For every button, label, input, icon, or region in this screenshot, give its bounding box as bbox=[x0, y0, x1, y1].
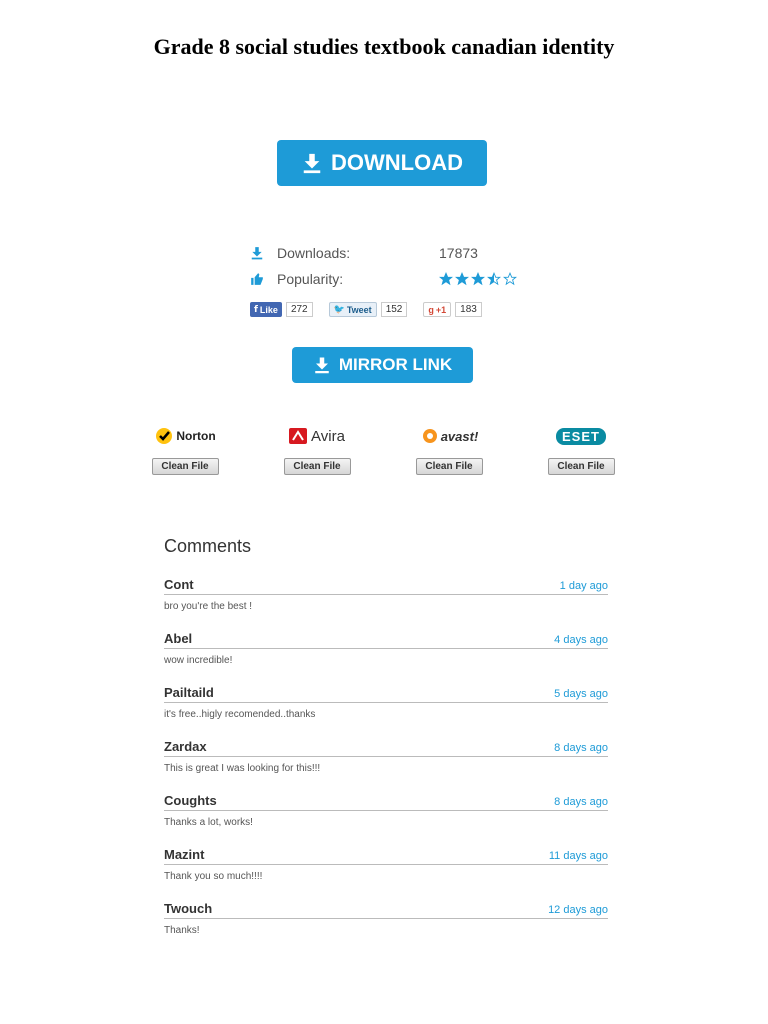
comment-item: Twouch 12 days ago Thanks! bbox=[164, 899, 608, 953]
gplus-count: 183 bbox=[455, 302, 482, 317]
comment-header: Twouch 12 days ago bbox=[164, 899, 608, 919]
avast-clean-file-button[interactable]: Clean File bbox=[415, 458, 483, 475]
comment-header: Cont 1 day ago bbox=[164, 575, 608, 595]
comment-text: bro you're the best ! bbox=[164, 601, 253, 612]
social-buttons: f Like 272 🐦 Tweet 152 g +1 183 bbox=[250, 302, 482, 317]
star-icon bbox=[487, 272, 501, 286]
facebook-count: 272 bbox=[285, 302, 313, 317]
download-button-label: DOWNLOAD bbox=[331, 150, 463, 175]
avira-umbrella-icon bbox=[289, 428, 308, 444]
gplus-button[interactable]: g +1 bbox=[423, 302, 452, 317]
avira-name: Avira bbox=[311, 427, 345, 445]
facebook-like[interactable]: f Like 272 bbox=[250, 302, 313, 317]
download-icon bbox=[315, 357, 329, 374]
comment-time[interactable]: 11 days ago bbox=[549, 850, 608, 862]
eset-clean-file-button[interactable]: Clean File bbox=[547, 458, 615, 475]
star-icon bbox=[439, 272, 453, 286]
comment-author: Abel bbox=[164, 631, 193, 646]
comment-item: Coughts 8 days ago Thanks a lot, works! bbox=[164, 791, 608, 845]
avast-logo: avast! bbox=[389, 424, 509, 448]
comment-text: Thanks a lot, works! bbox=[164, 817, 253, 828]
mirror-link-label: MIRROR LINK bbox=[338, 355, 453, 374]
download-icon bbox=[303, 153, 321, 174]
popularity-stars bbox=[439, 272, 517, 286]
comment-header: Coughts 8 days ago bbox=[164, 791, 608, 811]
antivirus-avast: avast! Clean File bbox=[389, 424, 509, 475]
comment-text: wow incredible! bbox=[164, 655, 233, 666]
downloads-value: 17873 bbox=[439, 245, 478, 261]
comment-text: Thank you so much!!!! bbox=[164, 871, 263, 882]
star-icon bbox=[503, 272, 517, 286]
antivirus-norton: Norton Clean File bbox=[125, 424, 245, 475]
comment-header: Zardax 8 days ago bbox=[164, 737, 608, 757]
tweet-button[interactable]: 🐦 Tweet bbox=[328, 302, 377, 317]
comments-section: Comments Cont 1 day ago bro you're the bes… bbox=[164, 536, 608, 953]
facebook-icon: f bbox=[254, 304, 258, 315]
comment-text: Thanks! bbox=[164, 925, 200, 936]
avast-star-icon bbox=[422, 429, 437, 443]
comments-heading: Comments bbox=[164, 536, 252, 556]
norton-check-icon bbox=[156, 428, 173, 444]
facebook-like-label: Like bbox=[259, 304, 278, 315]
eset-name: ESET bbox=[556, 427, 606, 445]
comment-time[interactable]: 4 days ago bbox=[554, 634, 608, 646]
comment-item: Zardax 8 days ago This is great I was look… bbox=[164, 737, 608, 791]
download-button[interactable]: DOWNLOAD bbox=[277, 140, 487, 186]
comment-header: Mazint 11 days ago bbox=[164, 845, 608, 865]
stats-panel: Downloads: 17873 Popularity: bbox=[250, 240, 550, 292]
norton-logo: Norton bbox=[125, 424, 245, 448]
comment-text: it's free..higly recomended..thanks bbox=[164, 709, 316, 720]
comment-time[interactable]: 8 days ago bbox=[554, 742, 608, 754]
twitter-tweet[interactable]: 🐦 Tweet 152 bbox=[328, 302, 408, 317]
comment-time[interactable]: 5 days ago bbox=[554, 688, 608, 700]
avira-logo: Avira bbox=[257, 424, 377, 448]
avast-name: avast! bbox=[440, 428, 479, 444]
eset-logo: ESET bbox=[521, 424, 641, 448]
avira-clean-file-button[interactable]: Clean File bbox=[283, 458, 351, 475]
norton-clean-file-button[interactable]: Clean File bbox=[151, 458, 219, 475]
norton-name: Norton bbox=[176, 429, 216, 443]
comment-author: Zardax bbox=[164, 739, 207, 754]
comment-author: Coughts bbox=[164, 793, 217, 808]
mirror-link-button[interactable]: MIRROR LINK bbox=[292, 347, 473, 383]
comment-list: Cont 1 day ago bro you're the best ! Abel 4 … bbox=[164, 575, 608, 953]
download-icon bbox=[250, 246, 264, 260]
tweet-count: 152 bbox=[380, 302, 408, 317]
comment-item: Abel 4 days ago wow incredible! bbox=[164, 629, 608, 683]
comment-time[interactable]: 12 days ago bbox=[548, 904, 608, 916]
antivirus-avira: Avira Clean File bbox=[257, 424, 377, 475]
comment-author: Cont bbox=[164, 577, 194, 592]
comment-item: Cont 1 day ago bro you're the best ! bbox=[164, 575, 608, 629]
page-title: Grade 8 social studies textbook canadian… bbox=[153, 34, 615, 59]
gplus-share[interactable]: g +1 183 bbox=[423, 302, 482, 317]
popularity-label: Popularity: bbox=[277, 271, 344, 287]
gplus-label: +1 bbox=[435, 304, 447, 315]
antivirus-eset: ESET Clean File bbox=[521, 424, 641, 475]
comment-item: Mazint 11 days ago Thank you so much!!!! bbox=[164, 845, 608, 899]
star-icon bbox=[455, 272, 469, 286]
comment-author: Mazint bbox=[164, 847, 205, 862]
comment-author: Twouch bbox=[164, 901, 213, 916]
facebook-like-button[interactable]: f Like bbox=[250, 302, 282, 317]
gplus-icon: g bbox=[428, 304, 434, 315]
star-icon bbox=[471, 272, 485, 286]
thumbs-up-icon bbox=[250, 272, 264, 286]
twitter-bird-icon: 🐦 bbox=[333, 304, 345, 314]
comment-time[interactable]: 1 day ago bbox=[560, 580, 608, 592]
comment-author: Pailtaild bbox=[164, 685, 214, 700]
comment-header: Abel 4 days ago bbox=[164, 629, 608, 649]
downloads-row: Downloads: 17873 bbox=[250, 240, 550, 266]
comment-time[interactable]: 8 days ago bbox=[554, 796, 608, 808]
popularity-row: Popularity: bbox=[250, 266, 550, 292]
comment-item: Pailtaild 5 days ago it's free..higly reco… bbox=[164, 683, 608, 737]
comment-text: This is great I was looking for this!!! bbox=[164, 763, 321, 774]
comment-header: Pailtaild 5 days ago bbox=[164, 683, 608, 703]
tweet-label: Tweet bbox=[346, 304, 372, 315]
downloads-label: Downloads: bbox=[277, 245, 351, 261]
